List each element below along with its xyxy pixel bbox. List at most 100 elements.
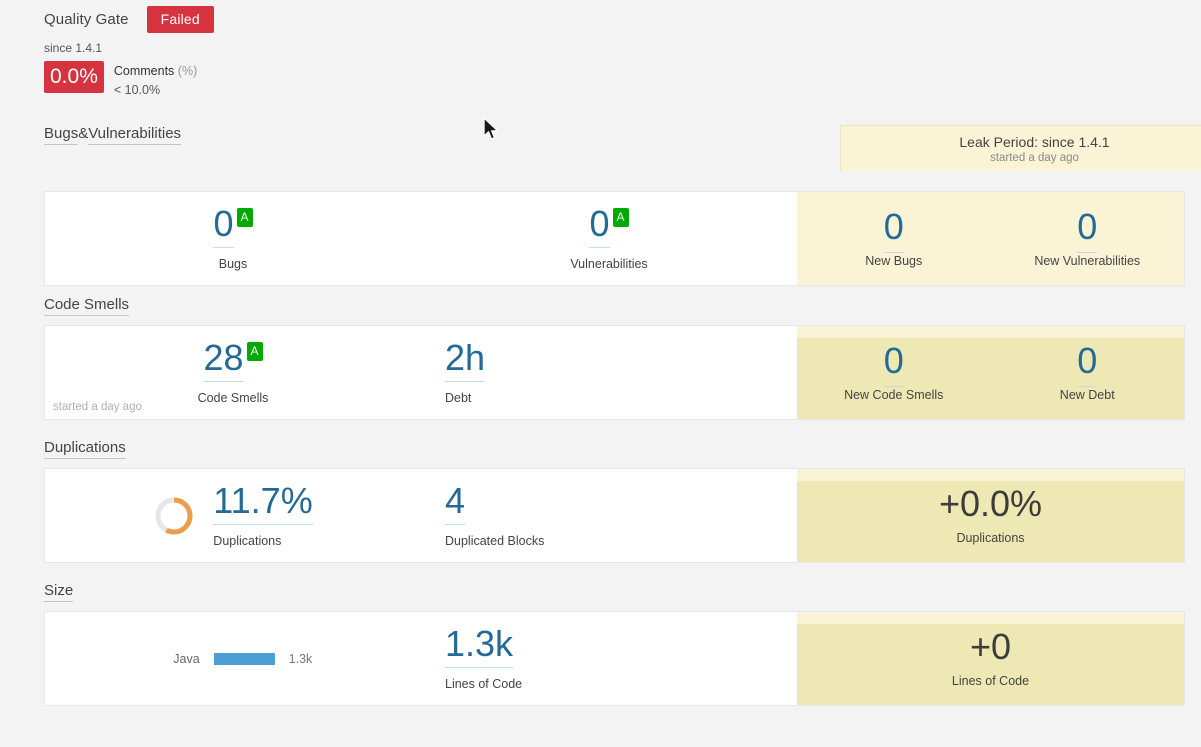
measure-code-smells-label: Code Smells bbox=[197, 391, 269, 405]
condition-metric-unit: (%) bbox=[177, 64, 198, 78]
quality-gate-since-label: since 1.4.1 bbox=[44, 41, 103, 55]
condition-metric-name: Comments (%) bbox=[114, 64, 197, 78]
measure-bugs-value[interactable]: 0 bbox=[213, 206, 234, 248]
language-distribution[interactable]: Java 1.3k bbox=[45, 612, 421, 705]
quality-gate-title: Quality Gate bbox=[44, 11, 129, 28]
measure-code-smells-value-row: 28 A bbox=[203, 340, 263, 382]
leak-new-code-smells-value-row: 0 bbox=[883, 340, 904, 387]
leak-duplications-value-row: +0.0% bbox=[939, 486, 1042, 522]
measures-size: Java 1.3k 1.3k Lines of Code bbox=[45, 612, 797, 705]
quality-gate-condition[interactable]: 0.0% Comments (%) < 10.0% bbox=[44, 61, 197, 97]
condition-metric-label: Comments bbox=[113, 64, 175, 78]
leak-duplications-cell[interactable]: +0.0% Duplications bbox=[797, 469, 1184, 562]
card-bugs-vulnerabilities: 0 A Bugs 0 A Vulnerabilities 0 New Bugs bbox=[44, 191, 1185, 286]
section-title-size: Size bbox=[44, 582, 1185, 602]
project-overview-page: Quality Gate Failed since 1.4.1 0.0% Com… bbox=[0, 0, 1201, 747]
leak-lines-of-code-value-row: +0 bbox=[970, 629, 1011, 665]
leak-size: +0 Lines of Code bbox=[797, 612, 1184, 705]
leak-new-debt-label: New Debt bbox=[1059, 388, 1115, 402]
language-row-java: Java 1.3k bbox=[154, 651, 313, 666]
measures-code-smells: 28 A Code Smells 2h Debt started a day a… bbox=[45, 326, 797, 419]
measure-vulnerabilities-label: Vulnerabilities bbox=[570, 257, 648, 271]
leak-new-debt[interactable]: 0 New Debt bbox=[991, 326, 1185, 419]
leak-duplications-label: Duplications bbox=[956, 531, 1025, 545]
measure-duplicated-blocks-label: Duplicated Blocks bbox=[445, 534, 545, 548]
leak-new-vulnerabilities[interactable]: 0 New Vulnerabilities bbox=[991, 192, 1185, 285]
measures-bugs-vulnerabilities: 0 A Bugs 0 A Vulnerabilities bbox=[45, 192, 797, 285]
rating-badge-code-smells[interactable]: A bbox=[246, 342, 263, 361]
leak-top-strip bbox=[797, 612, 1184, 624]
condition-operator: < 10.0% bbox=[113, 83, 161, 97]
measure-lines-of-code-label: Lines of Code bbox=[445, 677, 523, 691]
rating-badge-vulnerabilities[interactable]: A bbox=[612, 208, 629, 227]
leak-new-vulnerabilities-value-row: 0 bbox=[1077, 206, 1098, 253]
section-duplications: Duplications 11.7% Duplications 4 Duplic… bbox=[44, 439, 1185, 563]
leak-new-code-smells[interactable]: 0 New Code Smells bbox=[797, 326, 991, 419]
measure-debt-value-row: 2h bbox=[445, 340, 797, 382]
quality-gate-status-badge: Failed bbox=[146, 6, 214, 33]
section-code-smells: Code Smells 28 A Code Smells 2h Debt sta… bbox=[44, 296, 1185, 420]
link-size[interactable]: Size bbox=[44, 582, 74, 602]
measure-vulnerabilities-value-row: 0 A bbox=[589, 206, 629, 248]
measure-duplicated-blocks-value[interactable]: 4 bbox=[445, 483, 466, 525]
leak-period-banner: Leak Period: since 1.4.1 started a day a… bbox=[840, 125, 1201, 171]
measure-duplicated-blocks[interactable]: 4 Duplicated Blocks bbox=[421, 469, 797, 562]
measures-duplications: 11.7% Duplications 4 Duplicated Blocks bbox=[45, 469, 797, 562]
quality-gate-header: Quality Gate Failed bbox=[44, 6, 214, 33]
link-duplications[interactable]: Duplications bbox=[44, 439, 126, 459]
section-bugs-vulnerabilities: Bugs&Vulnerabilities Leak Period: since … bbox=[44, 125, 1201, 286]
language-bar-track bbox=[213, 652, 275, 665]
link-code-smells[interactable]: Code Smells bbox=[44, 296, 130, 316]
card-duplications: 11.7% Duplications 4 Duplicated Blocks +… bbox=[44, 468, 1185, 563]
section-size: Size Java 1.3k 1.3k Lines of Code +0 Lin… bbox=[44, 582, 1185, 706]
condition-value: 0.0% bbox=[44, 61, 104, 93]
leak-top-strip bbox=[797, 469, 1184, 481]
leak-duplications-value: +0.0% bbox=[938, 483, 1043, 524]
title-separator: & bbox=[78, 125, 89, 142]
leak-lines-of-code-value: +0 bbox=[969, 626, 1012, 667]
measure-duplicated-blocks-value-row: 4 bbox=[445, 483, 797, 525]
rating-badge-bugs[interactable]: A bbox=[236, 208, 253, 227]
measure-debt-label: Debt bbox=[445, 391, 472, 405]
link-bugs[interactable]: Bugs bbox=[44, 125, 79, 145]
measure-vulnerabilities[interactable]: 0 A Vulnerabilities bbox=[421, 192, 797, 285]
measure-lines-of-code-value[interactable]: 1.3k bbox=[445, 626, 514, 668]
section-title-duplications: Duplications bbox=[44, 439, 1185, 459]
leak-new-bugs-value-row: 0 bbox=[883, 206, 904, 253]
card-size: Java 1.3k 1.3k Lines of Code +0 Lines of… bbox=[44, 611, 1185, 706]
leak-new-vulnerabilities-value[interactable]: 0 bbox=[1077, 206, 1098, 253]
measure-bugs-value-row: 0 A bbox=[213, 206, 253, 248]
leak-new-code-smells-value[interactable]: 0 bbox=[883, 340, 904, 387]
measure-vulnerabilities-value[interactable]: 0 bbox=[589, 206, 610, 248]
language-bar-fill-java bbox=[213, 652, 275, 665]
language-value-java: 1.3k bbox=[288, 651, 313, 666]
measure-bugs-label: Bugs bbox=[218, 257, 248, 271]
leak-code-smells: 0 New Code Smells 0 New Debt bbox=[797, 326, 1184, 419]
measure-duplications-text: 11.7% Duplications bbox=[213, 483, 313, 548]
measure-debt[interactable]: 2h Debt bbox=[421, 326, 797, 419]
measure-code-smells-value[interactable]: 28 bbox=[203, 340, 244, 382]
leak-new-debt-value-row: 0 bbox=[1077, 340, 1098, 387]
leak-new-debt-value[interactable]: 0 bbox=[1077, 340, 1098, 387]
card-code-smells: 28 A Code Smells 2h Debt started a day a… bbox=[44, 325, 1185, 420]
leak-new-bugs-value[interactable]: 0 bbox=[883, 206, 904, 253]
measure-duplications-value[interactable]: 11.7% bbox=[213, 483, 313, 525]
leak-new-code-smells-label: New Code Smells bbox=[844, 388, 944, 402]
measure-debt-value[interactable]: 2h bbox=[445, 340, 486, 382]
measure-duplications[interactable]: 11.7% Duplications bbox=[45, 469, 421, 562]
leak-lines-of-code-cell[interactable]: +0 Lines of Code bbox=[797, 612, 1184, 705]
language-name-java: Java bbox=[173, 651, 200, 666]
measure-bugs[interactable]: 0 A Bugs bbox=[45, 192, 421, 285]
link-vulnerabilities[interactable]: Vulnerabilities bbox=[88, 125, 182, 145]
leak-new-bugs[interactable]: 0 New Bugs bbox=[797, 192, 991, 285]
leak-period-title: Leak Period: since 1.4.1 bbox=[959, 134, 1110, 150]
leak-new-bugs-label: New Bugs bbox=[865, 254, 923, 268]
leak-lines-of-code-label: Lines of Code bbox=[951, 674, 1030, 688]
measure-duplications-value-row: 11.7% bbox=[213, 483, 313, 525]
leak-top-strip bbox=[797, 326, 1184, 338]
measure-lines-of-code-value-row: 1.3k bbox=[445, 626, 797, 668]
leak-new-vulnerabilities-label: New Vulnerabilities bbox=[1034, 254, 1141, 268]
measure-lines-of-code[interactable]: 1.3k Lines of Code bbox=[421, 612, 797, 705]
measure-duplications-label: Duplications bbox=[213, 534, 282, 548]
duplications-donut-icon bbox=[153, 495, 195, 537]
